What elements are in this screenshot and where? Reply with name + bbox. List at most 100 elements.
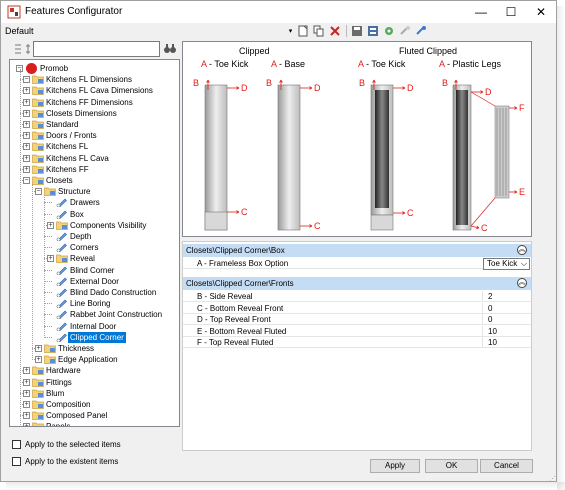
tree-folder-item[interactable]: + Thickness: [10, 343, 179, 354]
expander-plus-icon[interactable]: +: [47, 221, 54, 229]
marker-b-label: B: [193, 78, 199, 88]
tree-leaf-item[interactable]: Internal Door: [10, 321, 179, 332]
collapse-icon[interactable]: ︽: [517, 245, 527, 255]
tree-leaf-item[interactable]: Line Boring: [10, 298, 179, 309]
tree-leaf-item[interactable]: Blind Dado Construction: [10, 287, 179, 298]
tree-search-input[interactable]: [33, 41, 160, 57]
ok-button[interactable]: OK: [425, 459, 478, 473]
tree-folder-item[interactable]: + Closets Dimensions: [10, 108, 179, 119]
prop-value[interactable]: 0: [488, 303, 492, 314]
copy-config-icon[interactable]: [312, 24, 326, 38]
expander-plus-icon[interactable]: +: [23, 423, 30, 426]
tree-folder-item[interactable]: + Kitchens FL: [10, 141, 179, 152]
property-row[interactable]: B - Side Reveal 2: [183, 291, 531, 302]
tree-leaf-item[interactable]: External Door: [10, 276, 179, 287]
tree-folder-item[interactable]: + Doors / Fronts: [10, 130, 179, 141]
expander-plus-icon[interactable]: +: [23, 143, 30, 151]
expander-plus-icon[interactable]: +: [23, 121, 30, 128]
expander-minus-icon[interactable]: −: [23, 76, 30, 84]
property-row[interactable]: E - Bottom Reveal Fluted 10: [183, 325, 531, 337]
tree-folder-item[interactable]: + Components Visibility: [10, 220, 179, 231]
prop-value[interactable]: 2: [488, 291, 492, 302]
tree-folder-item[interactable]: + Kitchens FL Cava: [10, 153, 179, 164]
tree-item-label: Doors / Fronts: [46, 131, 97, 141]
binoculars-search-icon[interactable]: [163, 41, 177, 57]
properties-icon[interactable]: [366, 24, 380, 38]
tree-connector: [44, 236, 52, 237]
tree-folder-item[interactable]: + Reveal: [10, 253, 179, 264]
new-config-icon[interactable]: [296, 24, 310, 38]
tree-leaf-item[interactable]: Blind Corner: [10, 265, 179, 276]
marker-e-label: E: [519, 187, 525, 197]
tree-folder-item[interactable]: + Composition: [10, 399, 179, 410]
expander-plus-icon[interactable]: +: [23, 98, 30, 106]
expander-plus-icon[interactable]: +: [23, 87, 30, 95]
apply-existent-checkbox[interactable]: [12, 456, 21, 466]
tree-folder-item[interactable]: + Panels: [10, 421, 179, 426]
expander-plus-icon[interactable]: +: [35, 345, 42, 352]
apply-existent-option[interactable]: Apply to the existent items: [12, 455, 118, 467]
apply-selected-option[interactable]: Apply to the selected items: [12, 438, 121, 450]
expander-plus-icon[interactable]: +: [23, 132, 30, 140]
tree-folder-item[interactable]: + Composed Panel: [10, 410, 179, 421]
expander-plus-icon[interactable]: +: [47, 255, 54, 263]
tree-leaf-item[interactable]: Rabbet Joint Construction: [10, 309, 179, 320]
tree-folder-item[interactable]: + Blum: [10, 388, 179, 399]
tree-folder-item[interactable]: + Fittings: [10, 377, 179, 388]
expander-plus-icon[interactable]: +: [35, 356, 42, 364]
expander-plus-icon[interactable]: +: [23, 165, 30, 173]
dropdown-arrow-icon[interactable]: ▾: [287, 24, 294, 38]
link-icon[interactable]: [414, 24, 428, 38]
prop-value[interactable]: 10: [488, 326, 497, 337]
tree-folder-item[interactable]: + Kitchens FL Cava Dimensions: [10, 85, 179, 96]
tree-folder-item[interactable]: + Hardware: [10, 365, 179, 376]
expander-plus-icon[interactable]: +: [23, 389, 30, 397]
tree-folder-item[interactable]: + Kitchens FF: [10, 164, 179, 175]
tree-collapse-icon[interactable]: [25, 43, 31, 55]
property-row[interactable]: C - Bottom Reveal Front 0: [183, 302, 531, 314]
delete-config-icon[interactable]: [328, 24, 342, 38]
tree-expand-icon[interactable]: [13, 43, 23, 55]
expander-plus-icon[interactable]: +: [23, 367, 30, 375]
property-row[interactable]: D - Top Reveal Front 0: [183, 314, 531, 325]
save-icon[interactable]: [350, 24, 364, 38]
tree-leaf-item[interactable]: Clipped Corner: [10, 331, 179, 343]
tree-folder-item[interactable]: − Structure: [10, 186, 179, 197]
box-group-header[interactable]: Closets\Clipped Corner\Box ︽: [183, 244, 531, 257]
tree-item-label: Kitchens FL: [46, 142, 89, 152]
expander-plus-icon[interactable]: +: [23, 401, 30, 408]
property-row[interactable]: F - Top Reveal Fluted 10: [183, 337, 531, 348]
tree-leaf-item[interactable]: Box: [10, 209, 179, 220]
tree-leaf-item[interactable]: Drawers: [10, 197, 179, 208]
frameless-box-option-select[interactable]: Toe Kick ⌵: [483, 258, 530, 270]
link-disabled-icon[interactable]: [398, 24, 412, 38]
tree-folder-item[interactable]: − Kitchens FL Dimensions: [10, 74, 179, 85]
prop-value[interactable]: 10: [488, 337, 497, 348]
feature-tree[interactable]: − Promob − Kitchens FL Dimensions + Kitchens …: [9, 59, 180, 427]
apply-selected-checkbox[interactable]: [12, 439, 21, 449]
expander-minus-icon[interactable]: −: [35, 188, 42, 196]
tree-folder-item[interactable]: + Standard: [10, 119, 179, 130]
expander-plus-icon[interactable]: +: [23, 109, 30, 117]
maximize-button[interactable]: ☐: [496, 1, 526, 23]
fronts-group-header[interactable]: Closets\Clipped Corner\Fronts ︽: [183, 277, 531, 290]
close-button[interactable]: ✕: [526, 1, 556, 23]
collapse-icon[interactable]: ︽: [517, 278, 527, 288]
folder-icon: [32, 165, 44, 174]
expander-plus-icon[interactable]: +: [23, 378, 30, 386]
tree-leaf-item[interactable]: Depth: [10, 231, 179, 242]
tree-folder-item[interactable]: − Closets: [10, 175, 179, 186]
tree-folder-item[interactable]: + Kitchens FF Dimensions: [10, 97, 179, 108]
expander-minus-icon[interactable]: −: [23, 177, 30, 184]
tree-connector: [44, 303, 52, 305]
prop-value[interactable]: 0: [488, 314, 492, 325]
settings-icon[interactable]: [382, 24, 396, 38]
tree-folder-item[interactable]: + Edge Application: [10, 354, 179, 365]
minimize-button[interactable]: —: [466, 1, 496, 23]
cancel-button[interactable]: Cancel: [480, 459, 533, 473]
tree-leaf-item[interactable]: Corners: [10, 242, 179, 253]
resize-grip-icon[interactable]: ⋰: [549, 475, 557, 483]
expander-plus-icon[interactable]: +: [23, 412, 30, 420]
apply-button[interactable]: Apply: [370, 459, 420, 473]
expander-plus-icon[interactable]: +: [23, 154, 30, 162]
